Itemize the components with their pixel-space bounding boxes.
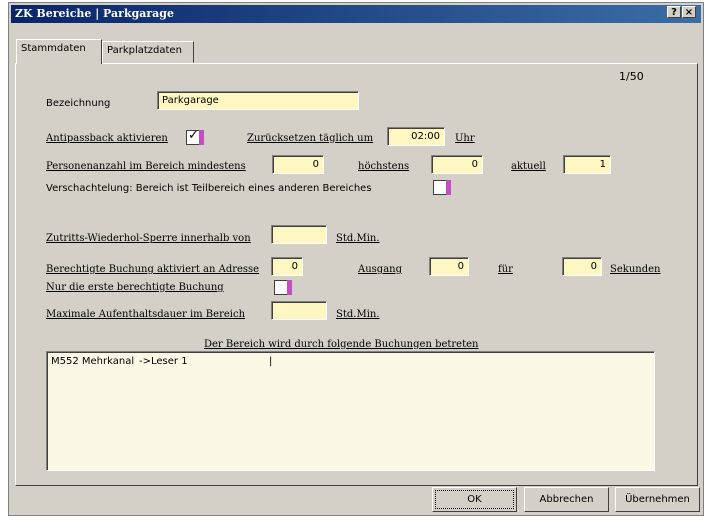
max-stay-input[interactable] [271,301,327,320]
record-counter: 1/50 [619,70,644,83]
first-only-label: Nur die erste berechtigte Buchung [46,282,224,293]
for-label: für [498,264,513,275]
reentry-unit: Std.Min. [336,233,380,244]
reset-time-input[interactable]: 02:00 [387,127,445,146]
entry-list[interactable]: M552 Mehrkanal ->Leser 1 | [46,351,655,471]
dialog-window: ZK Bereiche | Parkgarage ? × Stammdaten … [8,2,704,516]
close-button[interactable]: × [682,6,696,18]
output-label: Ausgang [358,264,402,275]
persons-max-label: höchstens [358,161,410,172]
bezeichnung-input[interactable]: Parkgarage [157,91,359,110]
max-stay-unit: Std.Min. [336,309,380,320]
tab-stammdaten-label: Stammdaten [21,43,86,54]
list-item-device: M552 Mehrkanal [51,356,135,367]
list-item-reader: ->Leser 1 [139,356,188,367]
booking-address-label: Berechtigte Buchung aktiviert an Adresse [46,264,260,275]
reset-time-label: Zurücksetzen täglich um [247,133,374,144]
reentry-label: Zutritts-Wiederhol-Sperre innerhalb von [46,233,251,244]
antipassback-checkbox[interactable]: ✓ [186,128,204,145]
tab-stammdaten[interactable]: Stammdaten [16,39,102,64]
subarea-label: Verschachtelung: Bereich ist Teilbereich… [46,183,372,194]
list-item[interactable]: M552 Mehrkanal ->Leser 1 | [51,356,451,370]
cancel-button[interactable]: Abbrechen [524,487,609,512]
apply-button[interactable]: Übernehmen [615,487,700,512]
persons-max-input[interactable]: 0 [431,155,483,174]
reset-time-unit: Uhr [455,133,475,144]
tab-parkplatzdaten-label: Parkplatzdaten [107,45,182,56]
seconds-unit: Sekunden [610,264,661,275]
ok-button[interactable]: OK [432,487,517,512]
persons-min-input[interactable]: 0 [272,155,324,174]
persons-min-label: Personenanzahl im Bereich mindestens [46,161,246,172]
booking-address-input[interactable]: 0 [271,257,303,276]
tab-parkplatzdaten[interactable]: Parkplatzdaten [102,41,194,63]
max-stay-label: Maximale Aufenthaltsdauer im Bereich [46,309,246,320]
subarea-checkbox[interactable] [433,180,451,195]
seconds-input[interactable]: 0 [562,257,602,276]
output-input[interactable]: 0 [429,257,469,276]
title-bar: ZK Bereiche | Parkgarage [11,5,701,23]
entry-list-title: Der Bereich wird durch folgende Buchunge… [204,339,479,350]
persons-current-label: aktuell [511,161,546,172]
first-only-checkbox[interactable] [274,280,292,295]
checkmark-icon: ✓ [188,128,199,143]
bezeichnung-label: Bezeichnung [46,98,111,109]
help-button[interactable]: ? [667,6,681,18]
antipassback-label: Antipassback aktivieren [46,133,168,144]
window-title: ZK Bereiche | Parkgarage [15,7,174,20]
reentry-input[interactable] [271,225,327,244]
persons-current-input[interactable]: 1 [563,155,611,174]
list-item-separator: | [269,356,273,367]
